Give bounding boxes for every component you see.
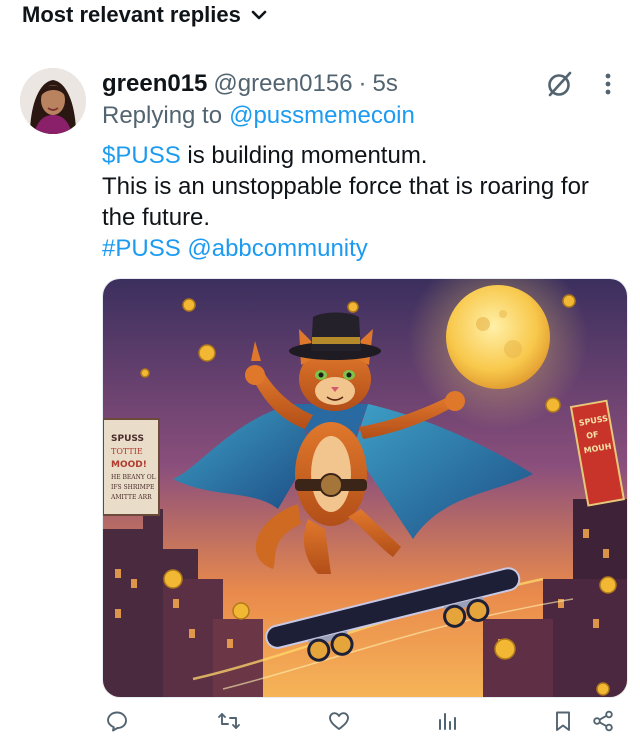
bookmark-icon	[556, 711, 570, 731]
user-handle[interactable]: @green0156	[213, 70, 352, 98]
tweet-text: $PUSS is building momentum. This is an u…	[102, 140, 632, 264]
tweet-text-line-2: This is an unstoppable force that is roa…	[102, 173, 589, 200]
bookmark-button[interactable]	[548, 706, 578, 736]
hashtag-link[interactable]: #PUSS	[102, 235, 181, 262]
repost-button[interactable]	[214, 706, 244, 736]
reply-button[interactable]	[102, 706, 132, 736]
sign-left-line-2: TOTTIE	[111, 447, 143, 456]
sign-left-line-6: AMITTE ARR	[110, 494, 152, 501]
tweet-action-bar	[102, 706, 620, 740]
sign-left-line-3: MOOD!	[111, 460, 147, 470]
sort-label: Most relevant replies	[22, 2, 241, 27]
share-button[interactable]	[588, 706, 618, 736]
separator-dot: ·	[358, 70, 367, 97]
views-button[interactable]	[432, 706, 462, 736]
sort-replies-dropdown[interactable]: Most relevant replies	[22, 0, 269, 30]
replying-to: Replying to @pussmemecoin	[102, 100, 415, 132]
reply-icon	[107, 711, 127, 732]
share-icon	[593, 710, 613, 732]
display-name[interactable]: green015	[102, 70, 207, 98]
avatar[interactable]	[20, 68, 86, 134]
timestamp[interactable]: 5s	[373, 70, 398, 98]
tweet-header: green015 @green0156 · 5s	[102, 68, 398, 100]
tweet-text-line-3: the future.	[102, 204, 211, 231]
repost-icon	[218, 713, 240, 729]
tweet-media-image[interactable]: SPUSS TOTTIE MOOD! HE BEANY OL IFS SHRIM…	[102, 278, 628, 698]
chevron-down-icon	[251, 10, 267, 20]
sign-left-line-5: IFS SHRIMPE	[111, 484, 154, 491]
sign-left-line-1: SPUSS	[111, 434, 144, 444]
cashtag-link[interactable]: $PUSS	[102, 142, 181, 169]
replying-to-label: Replying to	[102, 102, 223, 129]
more-icon[interactable]	[598, 68, 618, 100]
mention-link[interactable]: @abbcommunity	[187, 235, 367, 262]
views-icon	[439, 713, 456, 730]
tweet-text-line-1: is building momentum.	[180, 142, 428, 169]
like-button[interactable]	[324, 706, 354, 736]
like-icon	[329, 712, 349, 730]
grok-icon[interactable]	[544, 68, 576, 100]
replying-to-mention[interactable]: @pussmemecoin	[229, 102, 415, 130]
sign-left-line-4: HE BEANY OL	[111, 474, 156, 481]
